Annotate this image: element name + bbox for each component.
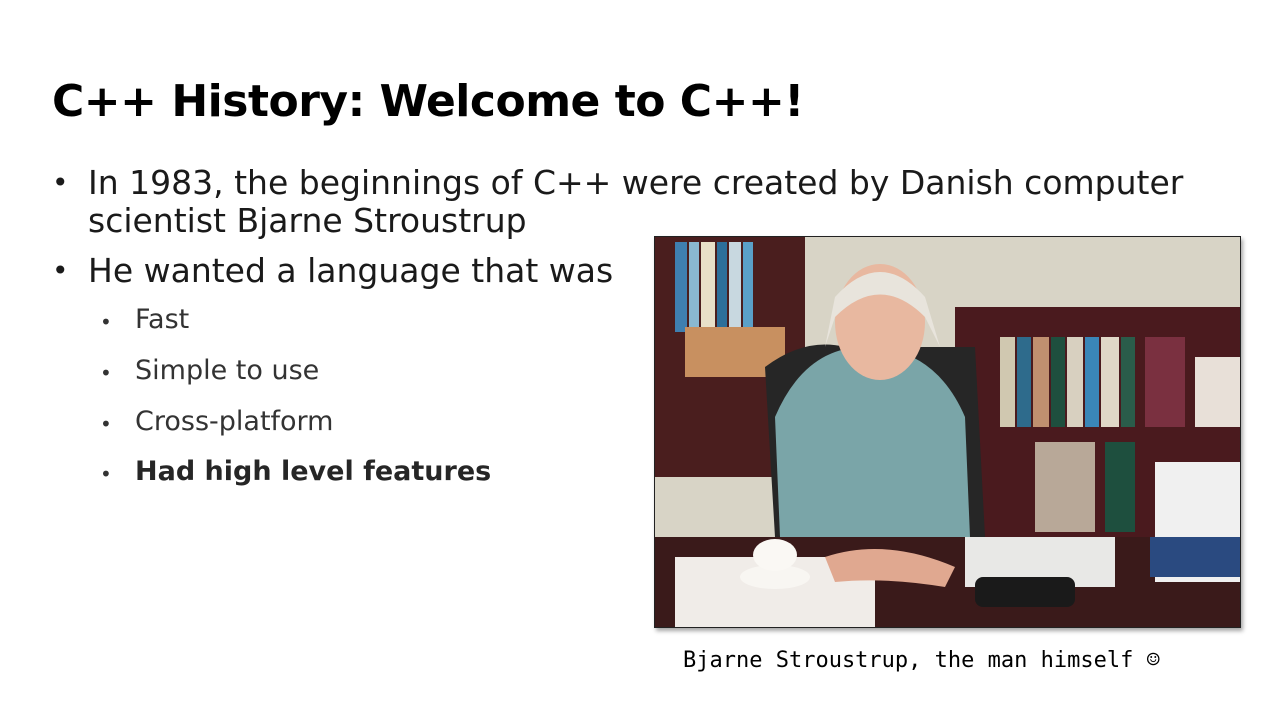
bullet-icon: • xyxy=(52,254,69,287)
sub-bullet-icon: • xyxy=(100,310,112,334)
slide-title: C++ History: Welcome to C++! xyxy=(52,76,804,127)
sub-bullet-simple: Simple to use xyxy=(135,355,320,386)
sub-bullet-cross-platform: Cross-platform xyxy=(135,406,334,437)
sub-bullet-icon: • xyxy=(100,462,112,486)
bullet-1: In 1983, the beginnings of C++ were crea… xyxy=(88,164,1188,240)
sub-bullet-high-level: Had high level features xyxy=(135,456,492,487)
sub-bullet-icon: • xyxy=(100,412,112,436)
stroustrup-photo xyxy=(654,236,1241,628)
bullet-1-line-2: scientist Bjarne Stroustrup xyxy=(88,201,527,240)
photo-illustration xyxy=(655,237,1240,627)
photo-caption: Bjarne Stroustrup, the man himself ☺ xyxy=(683,648,1160,673)
bullet-1-line-1: In 1983, the beginnings of C++ were crea… xyxy=(88,163,1184,202)
sub-bullet-icon: • xyxy=(100,361,112,385)
bullet-icon: • xyxy=(52,166,69,199)
sub-bullet-fast: Fast xyxy=(135,304,190,335)
